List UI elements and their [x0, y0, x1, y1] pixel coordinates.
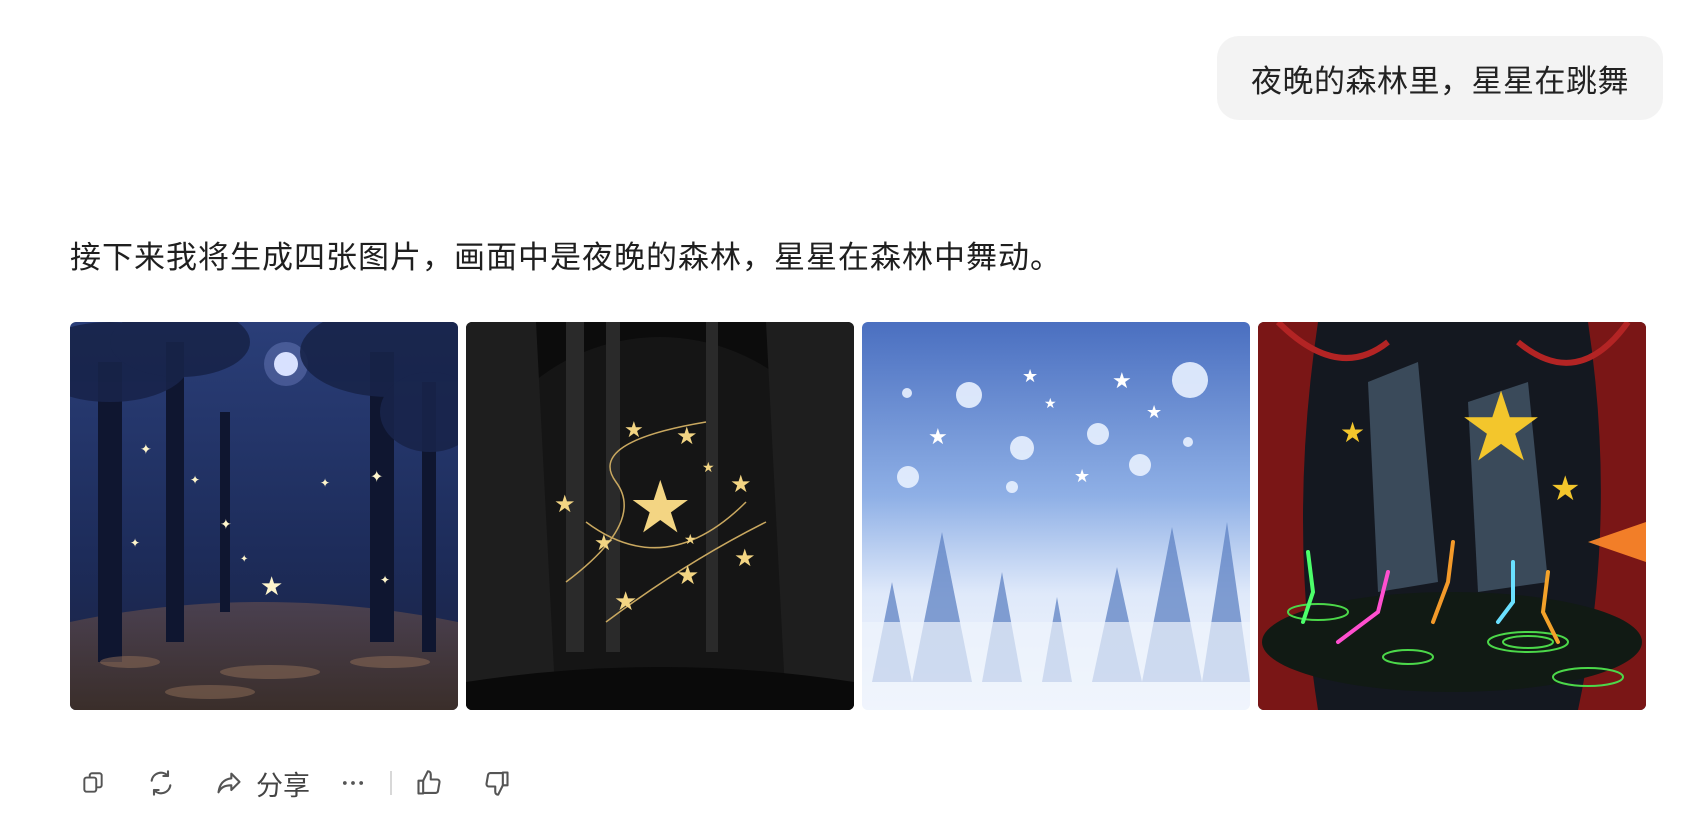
more-button[interactable]: [330, 760, 376, 806]
svg-text:✦: ✦: [130, 536, 140, 550]
svg-text:✦: ✦: [140, 442, 152, 458]
svg-text:✦: ✦: [240, 554, 248, 565]
svg-text:★: ★: [684, 532, 697, 548]
svg-text:★: ★: [260, 572, 283, 602]
svg-text:★: ★: [628, 465, 693, 549]
svg-text:★: ★: [1022, 366, 1038, 387]
svg-text:★: ★: [928, 425, 948, 450]
assistant-message-text: 接下来我将生成四张图片，画面中是夜晚的森林，星星在森林中舞动。: [70, 240, 1062, 276]
message-actions-toolbar: 分享: [70, 760, 520, 806]
svg-text:★: ★: [730, 470, 752, 498]
svg-text:✦: ✦: [380, 573, 390, 587]
svg-text:✦: ✦: [190, 473, 200, 487]
user-message-text: 夜晚的森林里，星星在跳舞: [1251, 63, 1629, 100]
regenerate-button[interactable]: [138, 760, 184, 806]
like-button[interactable]: [406, 760, 452, 806]
generated-images: ✦ ✦ ✦ ✦ ✦ ★ ✦ ✦ ✦ ★ ★ ★ ★ ★ ★ ★ ★ ★ ★ ★ …: [70, 322, 1646, 710]
thumbs-down-icon: [474, 760, 520, 806]
share-button[interactable]: 分享: [206, 760, 324, 806]
svg-text:★: ★: [1146, 402, 1162, 423]
user-message-bubble: 夜晚的森林里，星星在跳舞: [1217, 36, 1663, 120]
svg-text:★: ★: [614, 587, 637, 617]
generated-image-4[interactable]: ★ ★ ★: [1258, 322, 1646, 710]
refresh-icon: [138, 760, 184, 806]
generated-image-1[interactable]: ✦ ✦ ✦ ✦ ✦ ★ ✦ ✦ ✦: [70, 322, 458, 710]
svg-text:★: ★: [734, 544, 756, 572]
svg-text:✦: ✦: [320, 476, 330, 490]
svg-text:★: ★: [554, 490, 576, 518]
generated-image-2[interactable]: ★ ★ ★ ★ ★ ★ ★ ★ ★ ★ ★: [466, 322, 854, 710]
generated-image-3[interactable]: ★ ★ ★ ★ ★ ★: [862, 322, 1250, 710]
svg-text:★: ★: [702, 460, 715, 476]
svg-text:★: ★: [1550, 469, 1580, 509]
share-label: 分享: [256, 770, 310, 802]
svg-text:★: ★: [1112, 369, 1132, 394]
svg-text:★: ★: [1044, 396, 1057, 412]
svg-text:✦: ✦: [220, 517, 232, 533]
toolbar-divider: [390, 771, 392, 795]
thumbs-up-icon: [406, 760, 452, 806]
svg-text:★: ★: [1340, 416, 1365, 449]
svg-text:★: ★: [676, 422, 698, 450]
svg-text:★: ★: [594, 531, 614, 556]
dislike-button[interactable]: [474, 760, 520, 806]
svg-text:★: ★: [1074, 466, 1090, 487]
svg-text:★: ★: [676, 561, 699, 591]
copy-icon: [70, 760, 116, 806]
copy-button[interactable]: [70, 760, 116, 806]
more-icon: [330, 760, 376, 806]
svg-text:✦: ✦: [370, 467, 383, 486]
svg-text:★: ★: [624, 418, 644, 443]
share-icon: [206, 760, 252, 806]
svg-text:★: ★: [1458, 371, 1544, 483]
